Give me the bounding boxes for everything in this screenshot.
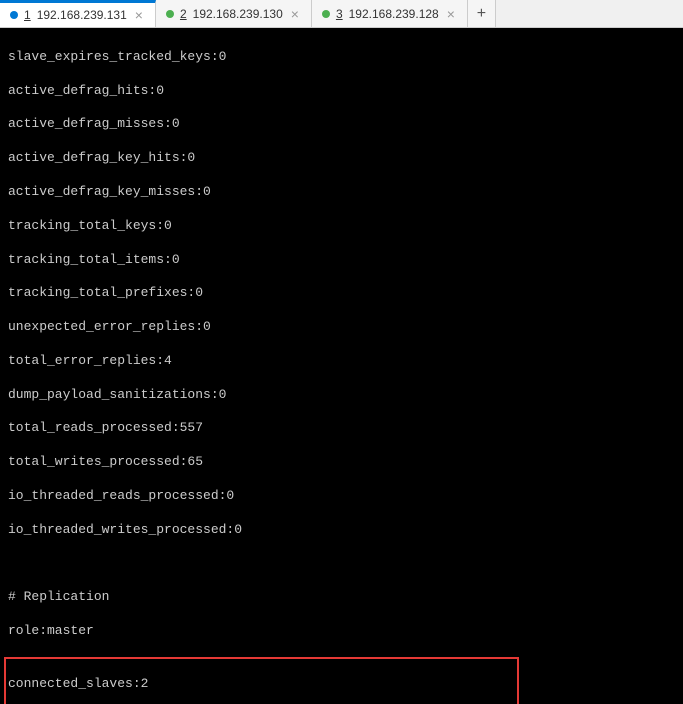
stat-line: io_threaded_reads_processed:0 [8, 488, 675, 505]
tab-3[interactable]: 3 192.168.239.128 × [312, 0, 468, 27]
terminal-output: slave_expires_tracked_keys:0 active_defr… [0, 28, 683, 704]
stat-line: tracking_total_prefixes:0 [8, 285, 675, 302]
replication-header: # Replication [8, 589, 675, 606]
stat-line: total_error_replies:4 [8, 353, 675, 370]
close-icon[interactable]: × [289, 6, 301, 22]
stat-line: total_writes_processed:65 [8, 454, 675, 471]
tab-2[interactable]: 2 192.168.239.130 × [156, 0, 312, 27]
close-icon[interactable]: × [445, 6, 457, 22]
stat-line: slave_expires_tracked_keys:0 [8, 49, 675, 66]
stat-line: active_defrag_misses:0 [8, 116, 675, 133]
connected-slaves: connected_slaves:2 [8, 676, 515, 693]
stat-line: active_defrag_key_hits:0 [8, 150, 675, 167]
blank-line [8, 556, 675, 573]
status-dot-icon [10, 11, 18, 19]
status-dot-icon [166, 10, 174, 18]
stat-line: tracking_total_items:0 [8, 252, 675, 269]
replication-role: role:master [8, 623, 675, 640]
stat-line: unexpected_error_replies:0 [8, 319, 675, 336]
stat-line: dump_payload_sanitizations:0 [8, 387, 675, 404]
tab-number: 1 [24, 8, 31, 22]
tab-label: 192.168.239.128 [349, 7, 439, 21]
stat-line: active_defrag_key_misses:0 [8, 184, 675, 201]
close-icon[interactable]: × [133, 7, 145, 23]
tab-label: 192.168.239.131 [37, 8, 127, 22]
tab-number: 3 [336, 7, 343, 21]
stat-line: tracking_total_keys:0 [8, 218, 675, 235]
tab-number: 2 [180, 7, 187, 21]
stat-line: active_defrag_hits:0 [8, 83, 675, 100]
tab-bar: 1 192.168.239.131 × 2 192.168.239.130 × … [0, 0, 683, 28]
highlighted-replication-box: connected_slaves:2 slave0:ip=192.168.239… [4, 657, 519, 704]
stat-line: total_reads_processed:557 [8, 420, 675, 437]
tab-label: 192.168.239.130 [193, 7, 283, 21]
status-dot-icon [322, 10, 330, 18]
stat-line: io_threaded_writes_processed:0 [8, 522, 675, 539]
tab-1[interactable]: 1 192.168.239.131 × [0, 0, 156, 27]
add-tab-button[interactable]: + [468, 0, 496, 27]
